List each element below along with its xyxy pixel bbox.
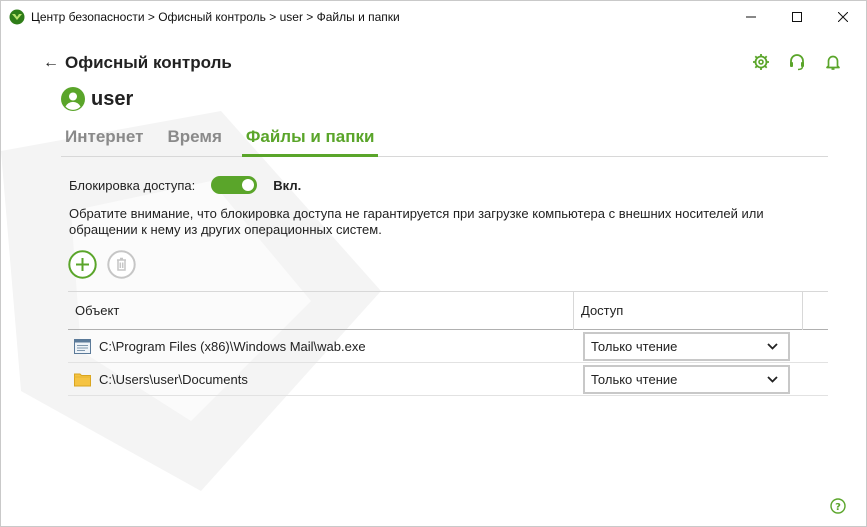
back-link-label: Офисный контроль [65,53,232,72]
title-bar: Центр безопасности > Офисный контроль > … [1,1,866,32]
access-select[interactable]: Только чтение [583,364,790,394]
window-controls [728,1,866,32]
access-select[interactable]: Только чтение [583,331,790,361]
minimize-icon [746,16,756,17]
app-logo-icon [9,9,25,24]
tab-internet[interactable]: Интернет [61,125,147,157]
tab-files-folders[interactable]: Файлы и папки [241,125,379,157]
svg-text:?: ? [835,502,841,513]
access-lock-label: Блокировка доступа: [69,177,196,193]
access-lock-row: Блокировка доступа: Вкл. [69,176,301,194]
back-arrow-icon: ← [43,54,59,71]
column-header-empty [803,292,828,330]
access-table: Объект Доступ C:\Program Files (x86)\Win… [68,291,828,396]
access-select-value: Только чтение [591,371,678,387]
tab-time[interactable]: Время [163,125,225,157]
table-row[interactable]: C:\Program Files (x86)\Windows Mail\wab.… [68,330,828,363]
user-avatar-icon [61,87,85,111]
back-link[interactable]: ← Офисный контроль [43,53,232,73]
access-select-value: Только чтение [591,338,678,354]
table-row[interactable]: C:\Users\user\Documents Только чтение [68,363,828,396]
close-icon [838,11,848,22]
access-cell: Только чтение [574,331,803,361]
object-cell: C:\Program Files (x86)\Windows Mail\wab.… [68,338,574,354]
support-headset-icon[interactable] [788,53,806,71]
app-window: Центр безопасности > Офисный контроль > … [0,0,867,527]
bell-icon[interactable] [824,53,842,71]
folder-icon [74,373,91,386]
object-path: C:\Program Files (x86)\Windows Mail\wab.… [99,338,366,354]
minimize-button[interactable] [728,1,774,32]
add-button[interactable] [68,250,97,279]
application-icon [74,338,91,354]
toggle-knob [242,179,255,191]
notice-text: Обратите внимание, что блокировка доступ… [69,206,764,237]
object-path: C:\Users\user\Documents [99,371,248,387]
delete-button[interactable] [107,250,136,279]
maximize-icon [792,11,802,22]
table-actions [68,250,136,279]
column-header-object[interactable]: Объект [68,291,574,330]
access-lock-toggle[interactable] [211,176,258,194]
chevron-down-icon [767,375,778,383]
window-title: Центр безопасности > Офисный контроль > … [31,9,400,24]
help-icon[interactable]: ? [830,498,846,514]
close-button[interactable] [820,1,866,32]
tab-bar: Интернет Время Файлы и папки [61,125,828,157]
maximize-button[interactable] [774,1,820,32]
access-cell: Только чтение [574,364,803,394]
header-tools [752,53,842,71]
gear-icon[interactable] [752,53,770,71]
user-name: user [91,87,134,110]
user-header: user [61,87,133,111]
table-header: Объект Доступ [68,291,828,330]
access-lock-state: Вкл. [273,177,302,193]
chevron-down-icon [767,342,778,350]
object-cell: C:\Users\user\Documents [68,372,574,387]
column-header-access[interactable]: Доступ [574,291,803,330]
